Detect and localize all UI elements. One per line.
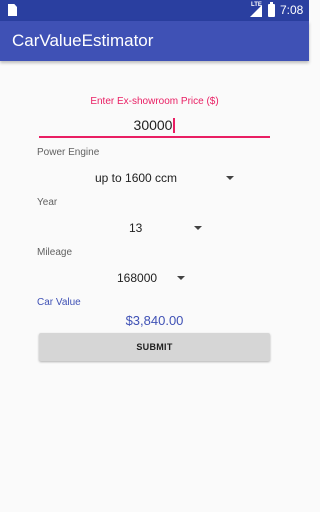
- dropdown-arrow-icon: [177, 276, 185, 280]
- car-value-label: Car Value: [37, 297, 81, 308]
- year-spinner[interactable]: 13: [125, 217, 205, 239]
- submit-button[interactable]: SUBMIT: [39, 333, 270, 361]
- year-label: Year: [37, 197, 58, 208]
- mileage-label: Mileage: [37, 247, 73, 258]
- price-input[interactable]: 30000: [39, 114, 270, 138]
- price-label: Enter Ex-showroom Price ($): [90, 96, 219, 107]
- mileage-value: 168000: [117, 271, 158, 285]
- dropdown-arrow-icon: [226, 176, 234, 180]
- app-title: CarValueEstimator: [12, 31, 154, 50]
- price-value: 30000: [133, 117, 173, 133]
- status-bar: LTE 7:08: [0, 0, 309, 21]
- engine-label: Power Engine: [37, 147, 100, 158]
- text-cursor: [173, 118, 176, 134]
- mileage-spinner[interactable]: 168000: [113, 267, 193, 289]
- engine-value: up to 1600 ccm: [95, 171, 178, 185]
- app-bar: CarValueEstimator: [0, 21, 309, 61]
- status-time: 7:08: [280, 3, 304, 17]
- year-value: 13: [129, 221, 143, 235]
- car-value: $3,840.00: [125, 313, 184, 328]
- engine-spinner[interactable]: up to 1600 ccm: [91, 167, 236, 189]
- sd-card-icon: [8, 4, 17, 16]
- battery-icon: [268, 2, 275, 17]
- dropdown-arrow-icon: [194, 226, 202, 230]
